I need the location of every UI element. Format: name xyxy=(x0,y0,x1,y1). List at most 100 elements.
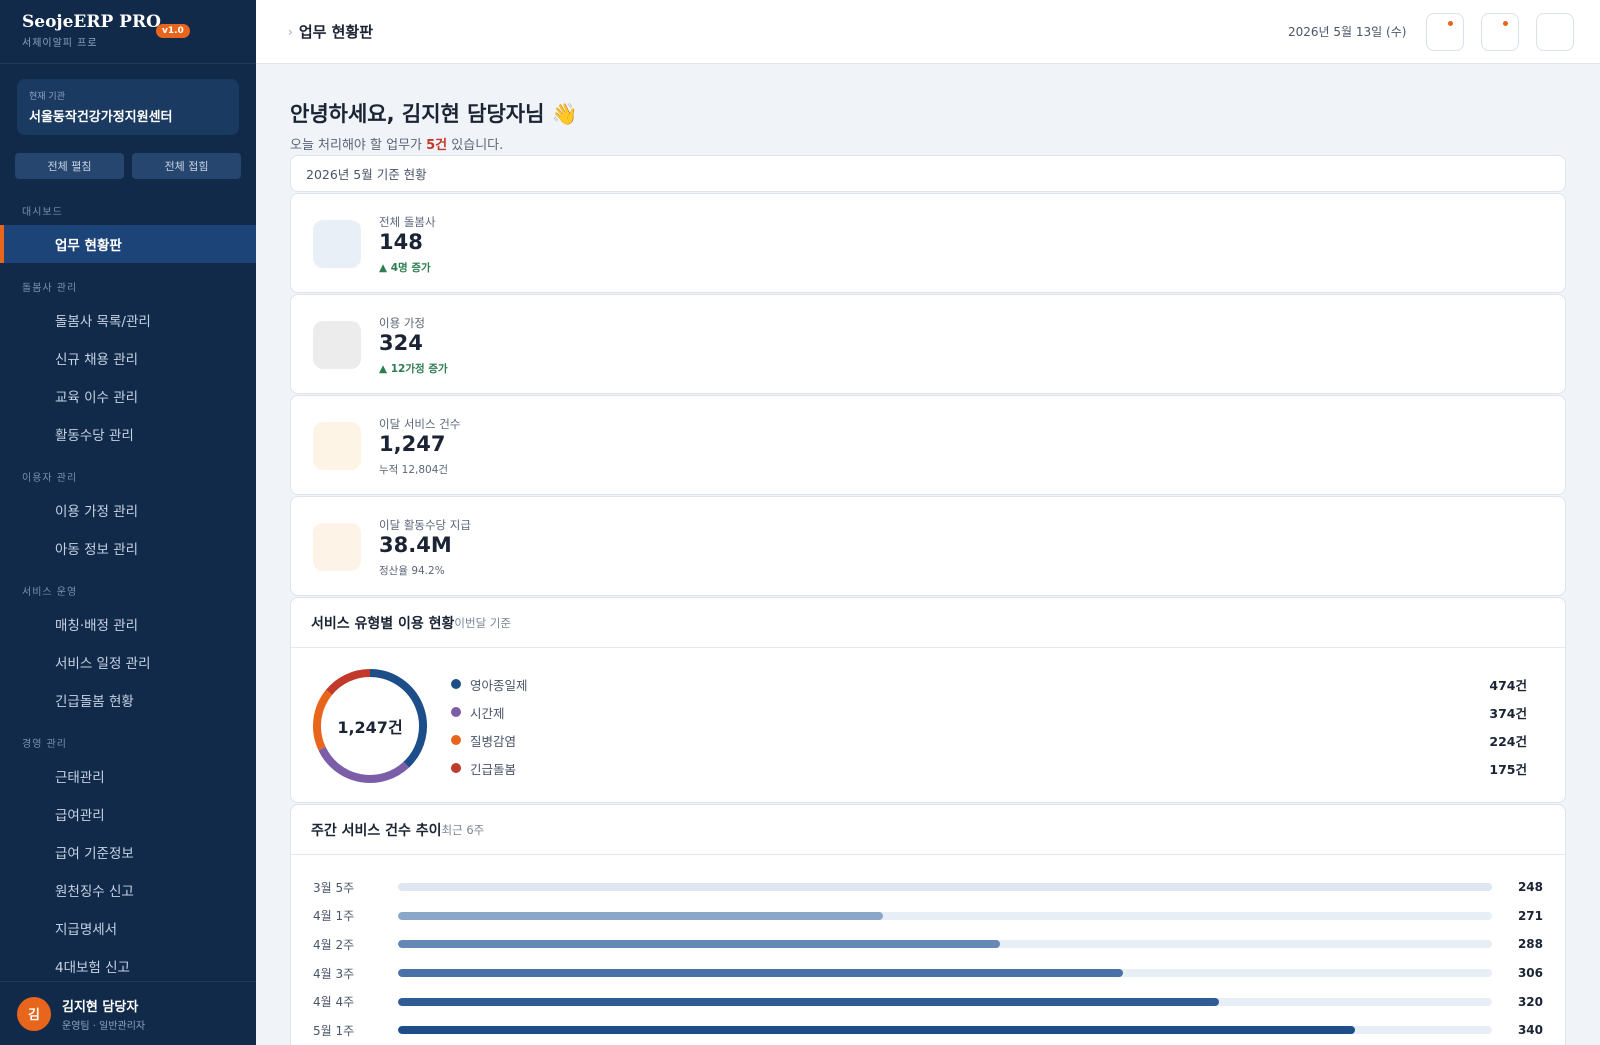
bar-row: 4월 4주 320 xyxy=(291,987,1565,1016)
bar-label: 4월 1주 xyxy=(313,909,355,924)
legend-label: 질병감염 xyxy=(470,733,517,749)
stat-foot: ▲ 12가정 증가 xyxy=(379,363,448,375)
brand-title[interactable]: SeojeERP PRO xyxy=(22,12,234,32)
bar-value: 248 xyxy=(1517,880,1543,895)
sidebar-item-matching[interactable]: 매칭·배정 관리 xyxy=(0,605,256,643)
legend-label: 시간제 xyxy=(470,705,505,721)
stat-foot: ▲ 4명 증가 xyxy=(379,262,431,274)
nav-section-service[interactable]: 서비스 운영 xyxy=(0,567,256,605)
sidebar-toggle-row: 전체 펼침 전체 접힘 xyxy=(15,153,241,179)
topbar: › 업무 현황판 2026년 5월 13일 (수) xyxy=(256,0,1600,64)
user-profile[interactable]: 김 김지현 담당자 운영팀 · 일반관리자 xyxy=(0,981,256,1045)
stat-label: 전체 돌봄사 xyxy=(379,215,436,229)
nav-section-user[interactable]: 이용자 관리 xyxy=(0,453,256,491)
bar-label: 5월 1주 xyxy=(313,1023,355,1038)
bar-track xyxy=(398,883,1492,892)
bar-label: 3월 5주 xyxy=(313,880,355,895)
main-content: 안녕하세요, 김지현 담당자님 👋 오늘 처리해야 할 업무가 5건 있습니다.… xyxy=(290,64,1566,1045)
bar-track xyxy=(398,997,1492,1006)
stat-card[interactable]: 이달 활동수당 지급 38.4M 정산율 94.2% xyxy=(290,496,1566,596)
version-badge: v1.0 xyxy=(156,24,190,38)
stat-value: 38.4M xyxy=(379,533,452,557)
stat-label: 이달 활동수당 지급 xyxy=(379,518,471,532)
user-name: 김지현 담당자 xyxy=(62,999,139,1015)
legend-value: 224건 xyxy=(1489,733,1527,749)
donut-legend: 영아종일제 474건 시간제 374건 질병감염 224건 긴급돌봄 175건 xyxy=(451,670,1527,782)
stat-card[interactable]: 이용 가정 324 ▲ 12가정 증가 xyxy=(290,294,1566,394)
user-meta: 김지현 담당자 운영팀 · 일반관리자 xyxy=(62,996,145,1032)
breadcrumb-chevron-icon: › xyxy=(288,24,293,39)
collapse-all-button[interactable]: 전체 접힘 xyxy=(132,153,241,179)
sidebar-item-schedule[interactable]: 서비스 일정 관리 xyxy=(0,643,256,681)
sidebar-item-dashboard-board[interactable]: 업무 현황판 xyxy=(0,225,256,263)
sidebar-item-recruitment[interactable]: 신규 채용 관리 xyxy=(0,339,256,377)
sidebar-item-families[interactable]: 이용 가정 관리 xyxy=(0,491,256,529)
pending-count[interactable]: 5건 xyxy=(426,138,447,153)
nav-section-management[interactable]: 경영 관리 xyxy=(0,719,256,757)
sidebar-item-payroll[interactable]: 급여관리 xyxy=(0,795,256,833)
current-org-selector[interactable]: 현재 기관 서울동작건강가정지원센터 xyxy=(17,79,239,135)
settings-button[interactable] xyxy=(1536,13,1574,51)
breadcrumb: 업무 현황판 xyxy=(298,23,374,41)
sidebar-item-training[interactable]: 교육 이수 관리 xyxy=(0,377,256,415)
bar xyxy=(398,1026,1356,1035)
bar-row: 4월 2주 288 xyxy=(291,930,1565,959)
bar xyxy=(398,997,1219,1006)
sidebar-item-attendance[interactable]: 근태관리 xyxy=(0,757,256,795)
stat-foot: 정산율 94.2% xyxy=(379,565,445,577)
legend-item: 영아종일제 474건 xyxy=(451,670,1527,698)
sidebar-item-caregiver-list[interactable]: 돌봄사 목록/관리 xyxy=(0,301,256,339)
sidebar-item-children[interactable]: 아동 정보 관리 xyxy=(0,529,256,567)
greeting-subtitle: 오늘 처리해야 할 업무가 5건 있습니다. xyxy=(290,134,1566,153)
legend-dot-icon xyxy=(451,735,461,745)
notification-dot-icon xyxy=(1448,21,1453,26)
avatar: 김 xyxy=(17,996,51,1031)
stat-label: 이달 서비스 건수 xyxy=(379,417,461,431)
weekly-header: 주간 서비스 건수 추이 최근 6주 xyxy=(291,805,1565,855)
period-label: 2026년 5월 기준 현황 xyxy=(290,155,1566,192)
bar-value: 306 xyxy=(1517,966,1543,981)
bar-row: 3월 5주 248 xyxy=(291,873,1565,902)
legend-dot-icon xyxy=(451,707,461,717)
brand: SeojeERP PRO v1.0 서제이알피 프로 xyxy=(0,0,256,64)
stat-card[interactable]: 이달 서비스 건수 1,247 누적 12,804건 xyxy=(290,395,1566,495)
bar-row: 4월 1주 271 xyxy=(291,902,1565,931)
stat-icon xyxy=(313,422,361,470)
service-type-panel: 서비스 유형별 이용 현황 이번달 기준 1,247건 영아종일제 474건 시간제… xyxy=(290,597,1566,803)
bar-value: 340 xyxy=(1517,1023,1543,1038)
sidebar: SeojeERP PRO v1.0 서제이알피 프로 현재 기관 서울동작건강가… xyxy=(0,0,256,1045)
weekly-panel: 주간 서비스 건수 추이 최근 6주 3월 5주 248 4월 1주 271 4월 2주… xyxy=(290,804,1566,1045)
expand-all-button[interactable]: 전체 펼침 xyxy=(15,153,124,179)
legend-item: 질병감염 224건 xyxy=(451,726,1527,754)
legend-value: 474건 xyxy=(1489,677,1527,693)
legend-dot-icon xyxy=(451,679,461,689)
bar-track xyxy=(398,1026,1492,1035)
legend-label: 영아종일제 xyxy=(470,677,528,693)
nav-section-dashboard[interactable]: 대시보드 xyxy=(0,187,256,225)
sidebar-item-insurance[interactable]: 4대보험 신고 xyxy=(0,947,256,985)
stat-card[interactable]: 전체 돌봄사 148 ▲ 4명 증가 xyxy=(290,193,1566,293)
bar-row: 4월 3주 306 xyxy=(291,959,1565,988)
weekly-title: 주간 서비스 건수 추이 xyxy=(311,822,442,839)
greeting-sub-prefix: 오늘 처리해야 할 업무가 xyxy=(290,138,427,153)
sidebar-item-emergency[interactable]: 긴급돌봄 현황 xyxy=(0,681,256,719)
bar xyxy=(398,911,884,920)
org-name: 서울동작건강가정지원센터 xyxy=(29,110,173,125)
notification-button[interactable] xyxy=(1426,13,1464,51)
sidebar-item-pay-statement[interactable]: 지급명세서 xyxy=(0,909,256,947)
weekly-bar-chart: 3월 5주 248 4월 1주 271 4월 2주 288 4월 3주 306 4월 4주 320… xyxy=(291,855,1565,1045)
stat-value: 1,247 xyxy=(379,432,446,456)
message-button[interactable] xyxy=(1481,13,1519,51)
user-role: 운영팀 · 일반관리자 xyxy=(62,1020,146,1032)
weekly-subtitle: 최근 6주 xyxy=(441,822,485,837)
sidebar-item-allowance[interactable]: 활동수당 관리 xyxy=(0,415,256,453)
bar-value: 271 xyxy=(1517,908,1543,923)
nav-section-caregiver[interactable]: 돌봄사 관리 xyxy=(0,263,256,301)
legend-dot-icon xyxy=(451,763,461,773)
sidebar-item-pay-standards[interactable]: 급여 기준정보 xyxy=(0,833,256,871)
legend-value: 175건 xyxy=(1489,761,1527,777)
service-type-title: 서비스 유형별 이용 현황 xyxy=(311,615,455,632)
stat-cards: 전체 돌봄사 148 ▲ 4명 증가 이용 가정 324 ▲ 12가정 증가 이달 서비스 … xyxy=(290,193,1566,596)
stat-icon xyxy=(313,321,361,369)
sidebar-item-withholding[interactable]: 원천징수 신고 xyxy=(0,871,256,909)
